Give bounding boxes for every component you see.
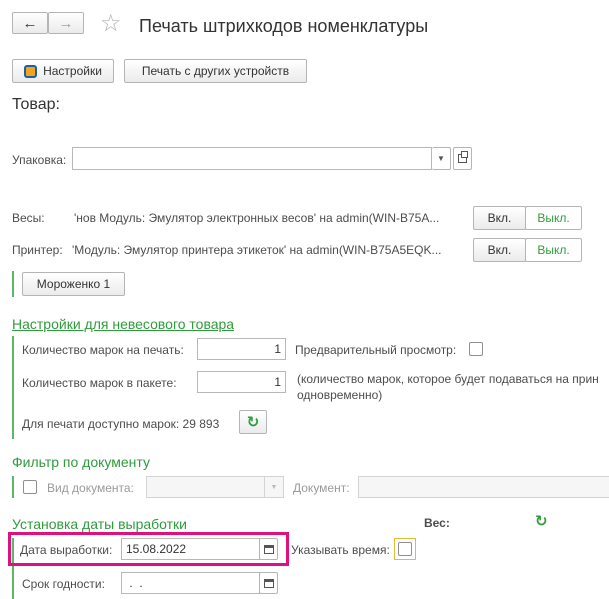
scales-off-label: Выкл. [537,211,570,225]
preview-label: Предварительный просмотр: [295,343,457,357]
specify-time-label: Указывать время: [291,543,390,557]
production-date-calendar-button[interactable] [259,538,278,560]
pack-count-value: 1 [274,375,281,389]
document-field[interactable] [358,476,609,498]
calendar-icon [263,544,274,554]
settings-button[interactable]: Настройки [12,59,114,83]
arrow-left-icon: ← [22,14,38,32]
doc-type-label: Вид документа: [47,481,134,495]
specify-time-checkbox[interactable] [394,538,416,560]
template-button-label: Мороженко 1 [36,277,111,291]
marks-count-value: 1 [274,342,281,356]
page-title: Печать штрихкодов номенклатуры [139,16,429,36]
settings-button-label: Настройки [43,64,102,78]
weight-label: Вес: [424,516,450,530]
back-button[interactable]: ← [12,12,48,34]
preview-checkbox[interactable] [469,342,483,356]
doc-type-dropdown-icon[interactable]: ▼ [264,477,283,497]
scales-on-button[interactable]: Вкл. [473,206,526,230]
print-other-devices-label: Печать с других устройств [141,64,290,78]
scales-label: Весы: [12,211,45,225]
nonweight-group-bar [12,336,14,439]
refresh-icon: ↻ [246,414,260,431]
print-other-devices-button[interactable]: Печать с других устройств [124,59,307,83]
packaging-field[interactable] [72,147,432,170]
open-form-icon [458,151,468,163]
gear-icon [24,64,38,78]
shelf-life-field[interactable]: . . [121,572,260,594]
chevron-down-icon: ▼ [437,154,445,163]
nonweight-section-title[interactable]: Настройки для невесового товара [12,316,234,332]
packaging-open-button[interactable] [453,147,472,170]
production-date-label: Дата выработки: [20,543,113,557]
packaging-dropdown-button[interactable]: ▼ [432,147,451,170]
scales-device: 'нов Модуль: Эмулятор электронных весов'… [74,211,440,225]
arrow-right-icon: → [58,14,74,32]
calendar-icon [263,578,274,588]
doc-type-checkbox[interactable] [23,480,37,494]
printer-off-button[interactable]: Выкл. [525,238,582,262]
favorite-star-icon[interactable]: ☆ [100,9,122,38]
printer-device: 'Модуль: Эмулятор принтера этикеток' на … [72,243,442,257]
shelf-life-calendar-button[interactable] [259,572,278,594]
production-date-value: 15.08.2022 [126,542,187,556]
available-marks-text: Для печати доступно марок: 29 893 [22,417,220,431]
printer-on-label: Вкл. [487,243,512,257]
scales-off-button[interactable]: Выкл. [525,206,582,230]
shelf-life-label: Срок годности: [22,577,105,591]
printer-off-label: Выкл. [537,243,570,257]
weight-refresh-icon[interactable]: ↻ [535,512,548,530]
forward-button[interactable]: → [48,12,84,34]
production-section-title: Установка даты выработки [12,516,187,532]
template-group-bar [12,271,14,297]
pack-count-note-1: (количество марок, которое будет подават… [297,372,599,386]
printer-on-button[interactable]: Вкл. [473,238,526,262]
production-date-field[interactable]: 15.08.2022 [121,538,260,560]
packaging-label: Упаковка: [12,153,67,167]
filter-group-bar [12,476,14,498]
document-label: Документ: [293,481,350,495]
pack-count-note-2: одновременно) [297,388,383,402]
filter-section-title: Фильтр по документу [12,454,150,470]
pack-count-field[interactable]: 1 [197,371,286,393]
printer-label: Принтер: [12,243,63,257]
marks-count-field[interactable]: 1 [197,338,286,360]
product-title: Товар: [12,96,60,113]
pack-count-label: Количество марок в пакете: [22,376,177,390]
refresh-available-button[interactable]: ↻ [239,410,267,434]
template-button[interactable]: Мороженко 1 [22,272,125,296]
shelf-life-value: . . [126,576,143,590]
marks-count-label: Количество марок на печать: [22,343,184,357]
scales-on-label: Вкл. [487,211,512,225]
